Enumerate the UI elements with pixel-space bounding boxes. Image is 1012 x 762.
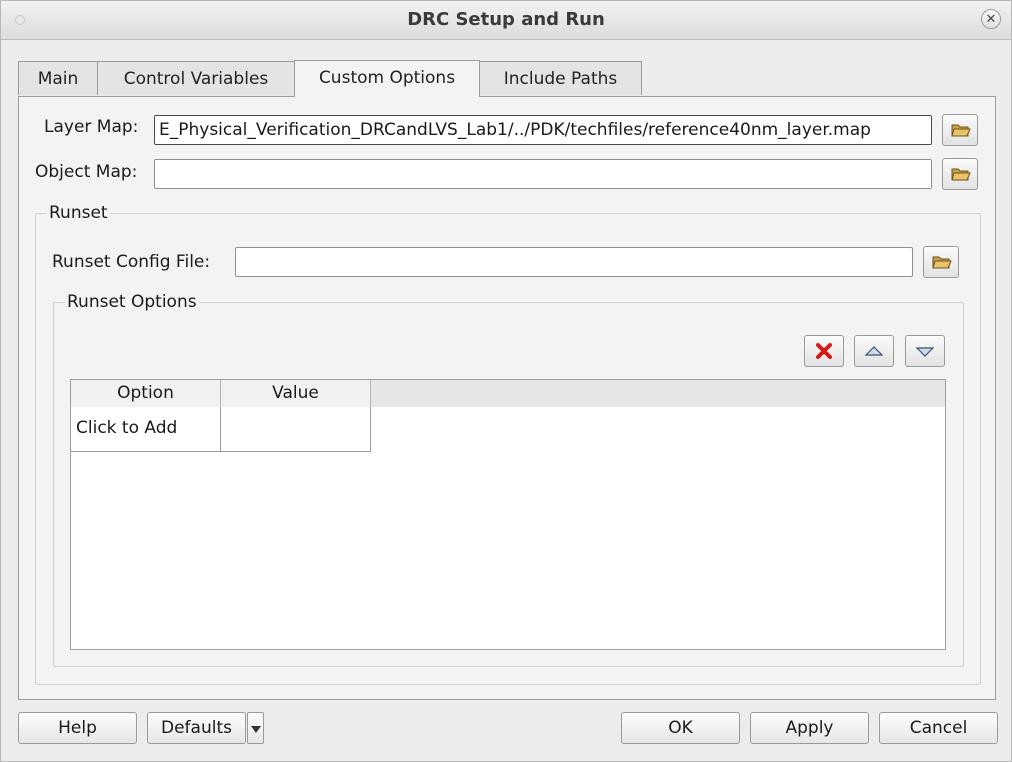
object-map-label: Object Map: (35, 162, 138, 182)
object-map-browse-button[interactable] (942, 158, 978, 190)
runset-options-table[interactable]: Option Value Click to Add (70, 379, 946, 650)
option-cell-click-to-add[interactable]: Click to Add (71, 407, 221, 452)
defaults-button[interactable]: Defaults (147, 712, 246, 744)
value-cell[interactable] (221, 407, 371, 452)
cancel-button[interactable]: Cancel (879, 712, 998, 744)
red-x-delete-icon (816, 343, 832, 359)
tab-include-paths[interactable]: Include Paths (479, 61, 642, 95)
object-map-input[interactable] (154, 159, 932, 189)
move-up-button[interactable] (854, 335, 894, 367)
ok-button[interactable]: OK (621, 712, 740, 744)
layer-map-browse-button[interactable] (942, 114, 978, 146)
close-icon: ✕ (985, 12, 997, 27)
tab-control-variables[interactable]: Control Variables (97, 61, 295, 95)
delete-option-button[interactable] (804, 335, 844, 367)
drc-setup-dialog: DRC Setup and Run ✕ Main Control Variabl… (0, 0, 1012, 762)
close-button[interactable]: ✕ (981, 9, 1001, 29)
folder-open-icon (932, 256, 952, 269)
runset-options-group-title: Runset Options (65, 292, 199, 312)
column-header-option[interactable]: Option (71, 380, 221, 407)
move-down-button[interactable] (905, 335, 945, 367)
triangle-up-icon (864, 346, 884, 356)
window-title: DRC Setup and Run (407, 9, 605, 30)
triangle-down-icon (915, 347, 935, 357)
column-header-value[interactable]: Value (221, 380, 371, 407)
tab-main[interactable]: Main (18, 61, 98, 95)
tab-custom-options[interactable]: Custom Options (294, 60, 480, 97)
folder-open-icon (951, 124, 971, 137)
title-bar: DRC Setup and Run ✕ (1, 1, 1011, 40)
runset-group-title: Runset (47, 203, 110, 223)
apply-button[interactable]: Apply (750, 712, 869, 744)
runset-config-browse-button[interactable] (923, 246, 959, 278)
layer-map-label: Layer Map: (44, 117, 139, 137)
runset-config-file-input[interactable] (235, 247, 913, 277)
folder-open-icon (951, 168, 971, 181)
defaults-dropdown-arrow[interactable] (247, 712, 264, 744)
runset-config-file-label: Runset Config File: (52, 252, 211, 272)
layer-map-input[interactable]: E_Physical_Verification_DRCandLVS_Lab1/.… (154, 115, 932, 145)
help-button[interactable]: Help (18, 712, 137, 744)
